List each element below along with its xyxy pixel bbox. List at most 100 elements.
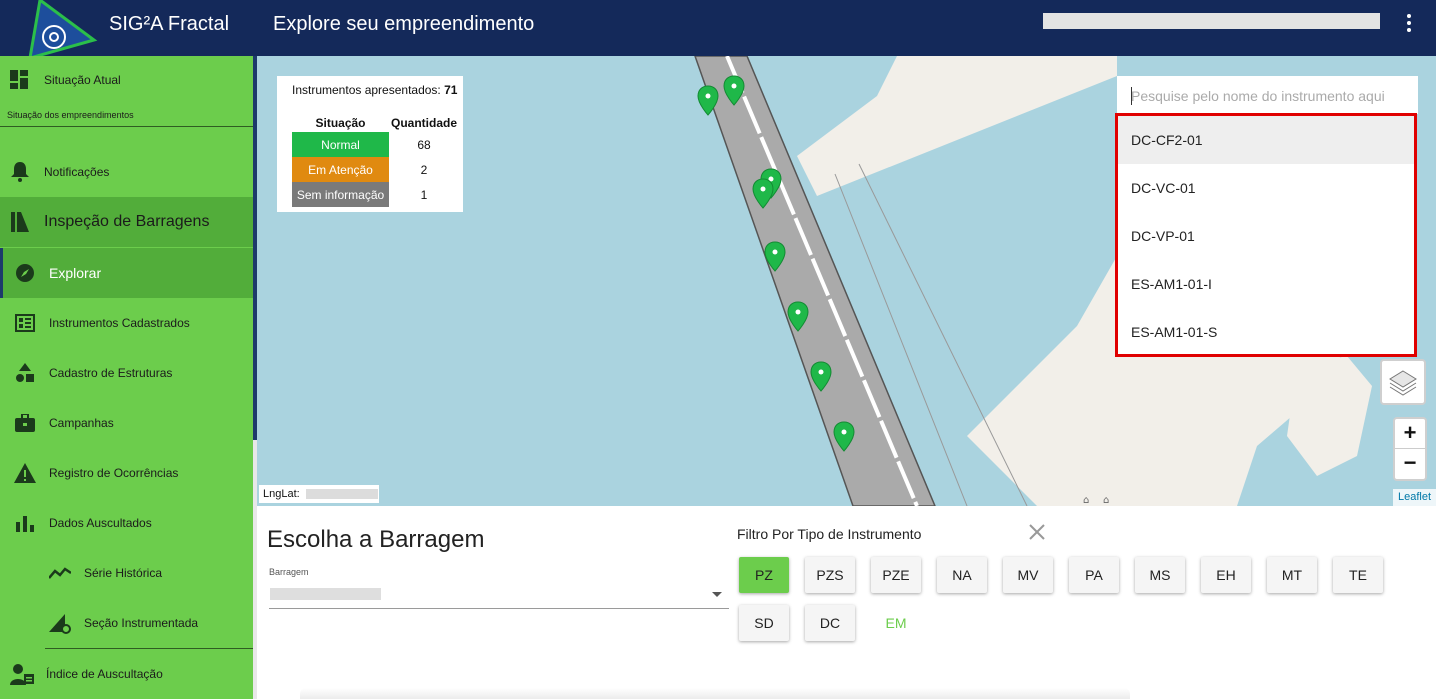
sidebar-item-label: Série Histórica (84, 566, 163, 580)
dam-field-label: Barragem (269, 567, 309, 577)
filter-chip-ms[interactable]: MS (1135, 557, 1185, 593)
filter-chip-sd[interactable]: SD (739, 605, 789, 641)
close-icon[interactable] (1027, 522, 1047, 542)
legend-status-normal: Normal (292, 132, 389, 157)
svg-text:⌂: ⌂ (1083, 495, 1089, 506)
map-marker-icon[interactable] (752, 178, 774, 209)
sidebar-subtitle: Situação dos empreendimentos (7, 110, 134, 120)
lnglat-readout: LngLat: (259, 485, 379, 503)
sidebar-section-label: Inspeção de Barragens (44, 213, 210, 230)
map-marker-icon[interactable] (764, 241, 786, 272)
zoom-out-button[interactable]: − (1395, 449, 1425, 479)
app-logo-icon[interactable] (24, 0, 104, 56)
sidebar-item-label: Notificações (44, 165, 110, 179)
choose-dam-title: Escolha a Barragem (267, 526, 485, 553)
more-options-icon[interactable] (1398, 12, 1420, 36)
map-marker-icon[interactable] (697, 85, 719, 116)
filter-chip-te[interactable]: TE (1333, 557, 1383, 593)
sidebar-item-label: Seção Instrumentada (84, 616, 199, 630)
briefcase-icon (13, 411, 37, 435)
sidebar-item-label: Índice de Auscultação (46, 667, 163, 681)
lnglat-value-redacted (306, 489, 378, 499)
zoom-control: + − (1393, 417, 1427, 481)
sidebar-item-instrumentos[interactable]: Instrumentos Cadastrados (0, 311, 253, 335)
filter-chip-na[interactable]: NA (937, 557, 987, 593)
legend-col-status: Situação (315, 116, 366, 130)
divider (45, 648, 253, 649)
map-marker-icon[interactable]: ⌂ (1083, 495, 1089, 506)
legend-qty: 1 (420, 187, 428, 202)
legend-title-text: Instrumentos apresentados: (292, 83, 441, 97)
instrument-legend: Instrumentos apresentados: 71 Situação Q… (277, 76, 463, 212)
search-result-item[interactable]: ES-AM1-01-S (1118, 308, 1414, 356)
zoom-in-button[interactable]: + (1395, 419, 1425, 449)
filter-chip-pa[interactable]: PA (1069, 557, 1119, 593)
table-row: Normal 68 (292, 132, 459, 157)
filter-chip-mv[interactable]: MV (1003, 557, 1053, 593)
shapes-icon (13, 361, 37, 385)
map-marker-icon[interactable] (787, 301, 809, 332)
instrument-panel-icon (13, 311, 37, 335)
filter-chip-pzs[interactable]: PZS (805, 557, 855, 593)
map[interactable]: ⌂ ⌂ Instrumentos apresentados: 71 Situaç… (257, 56, 1436, 506)
dam-select-value-redacted[interactable] (270, 588, 381, 600)
filter-chip-mt[interactable]: MT (1267, 557, 1317, 593)
sidebar-item-situacao-atual[interactable]: Situação Atual (0, 68, 253, 92)
table-row: Em Atenção 2 (292, 157, 459, 182)
sidebar-item-ocorrencias[interactable]: Registro de Ocorrências (0, 461, 253, 485)
map-marker-icon[interactable] (810, 361, 832, 392)
layers-control-button[interactable] (1380, 359, 1426, 405)
filter-chip-pz[interactable]: PZ (739, 557, 789, 593)
divider (0, 126, 253, 127)
legend-qty: 2 (420, 162, 428, 177)
lnglat-label: LngLat: (263, 488, 300, 500)
sidebar-item-indice-auscultacao[interactable]: Índice de Auscultação (0, 662, 253, 686)
legend-qty: 68 (417, 137, 431, 152)
filter-chip-dc[interactable]: DC (805, 605, 855, 641)
map-marker-icon[interactable] (833, 421, 855, 452)
map-marker-icon[interactable]: ⌂ (1103, 495, 1109, 506)
sidebar-item-serie-historica[interactable]: Série Histórica (0, 561, 253, 585)
filter-chip-em[interactable]: EM (871, 605, 921, 641)
dam-icon (8, 210, 32, 234)
sidebar-item-label: Cadastro de Estruturas (49, 366, 173, 380)
table-row: Sem informação 1 (292, 182, 459, 207)
sidebar-item-cadastro-estruturas[interactable]: Cadastro de Estruturas (0, 361, 253, 385)
page-title: Explore seu empreendimento (273, 13, 535, 35)
search-result-item[interactable]: ES-AM1-01-I (1118, 260, 1414, 308)
map-marker-icon[interactable] (723, 75, 745, 106)
sidebar-item-label: Instrumentos Cadastrados (49, 316, 190, 330)
dam-select-underline (269, 608, 729, 609)
filter-chip-pze[interactable]: PZE (871, 557, 921, 593)
sidebar-item-dados-auscultados[interactable]: Dados Auscultados (0, 511, 253, 535)
sidebar: Situação Atual Situação dos empreendimen… (0, 56, 253, 699)
sidebar-item-label: Situação Atual (44, 73, 121, 87)
search-result-item[interactable]: DC-VP-01 (1118, 212, 1414, 260)
sidebar-item-label: Campanhas (49, 416, 114, 430)
card-edge (300, 688, 1130, 699)
user-info-redacted (1043, 13, 1380, 29)
filter-title: Filtro Por Tipo de Instrumento (737, 526, 922, 542)
filter-chip-eh[interactable]: EH (1201, 557, 1251, 593)
sidebar-item-campanhas[interactable]: Campanhas (0, 411, 253, 435)
instrument-search-input[interactable] (1131, 86, 1401, 106)
legend-status-no-info: Sem informação (292, 182, 389, 207)
leaflet-attribution-link[interactable]: Leaflet (1393, 489, 1436, 506)
legend-status-attention: Em Atenção (292, 157, 389, 182)
search-result-item[interactable]: DC-VC-01 (1118, 164, 1414, 212)
text-caret (1131, 87, 1132, 105)
sidebar-item-explorar[interactable]: Explorar (0, 248, 253, 298)
instrument-search-box[interactable] (1117, 76, 1418, 114)
sidebar-item-secao-instrumentada[interactable]: Seção Instrumentada (0, 611, 253, 635)
legend-title: Instrumentos apresentados: 71 (292, 83, 457, 97)
chevron-down-icon[interactable] (712, 592, 722, 597)
legend-col-qty: Quantidade (391, 116, 458, 130)
sidebar-item-notificacoes[interactable]: Notificações (0, 160, 253, 184)
legend-total: 71 (444, 83, 458, 97)
search-result-item[interactable]: DC-CF2-01 (1118, 116, 1414, 164)
app-title: SIG²A Fractal (109, 13, 230, 35)
search-results-dropdown: DC-CF2-01 DC-VC-01 DC-VP-01 ES-AM1-01-I … (1115, 113, 1417, 357)
bottom-panel: Escolha a Barragem Barragem Filtro Por T… (257, 506, 1436, 699)
sidebar-section-inspecao[interactable]: Inspeção de Barragens (0, 197, 253, 247)
worker-icon (10, 662, 34, 686)
